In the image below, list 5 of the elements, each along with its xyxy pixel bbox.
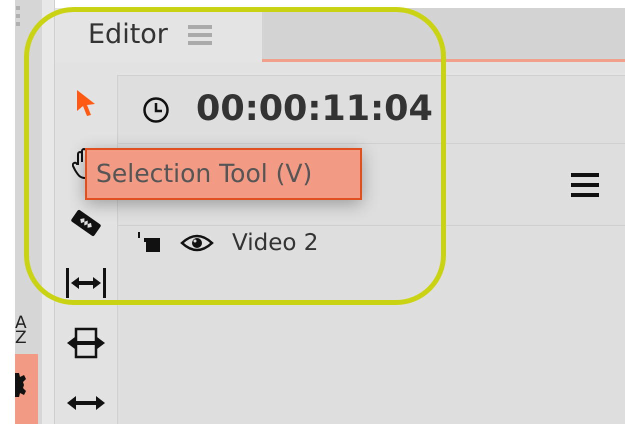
timecode: 00:00:11:04 <box>196 88 433 132</box>
track-name: Video 2 <box>232 228 318 258</box>
sort-letter: Z <box>15 331 27 346</box>
sort-letter: A <box>15 316 27 331</box>
tooltip: Selection Tool (V) <box>85 148 362 200</box>
